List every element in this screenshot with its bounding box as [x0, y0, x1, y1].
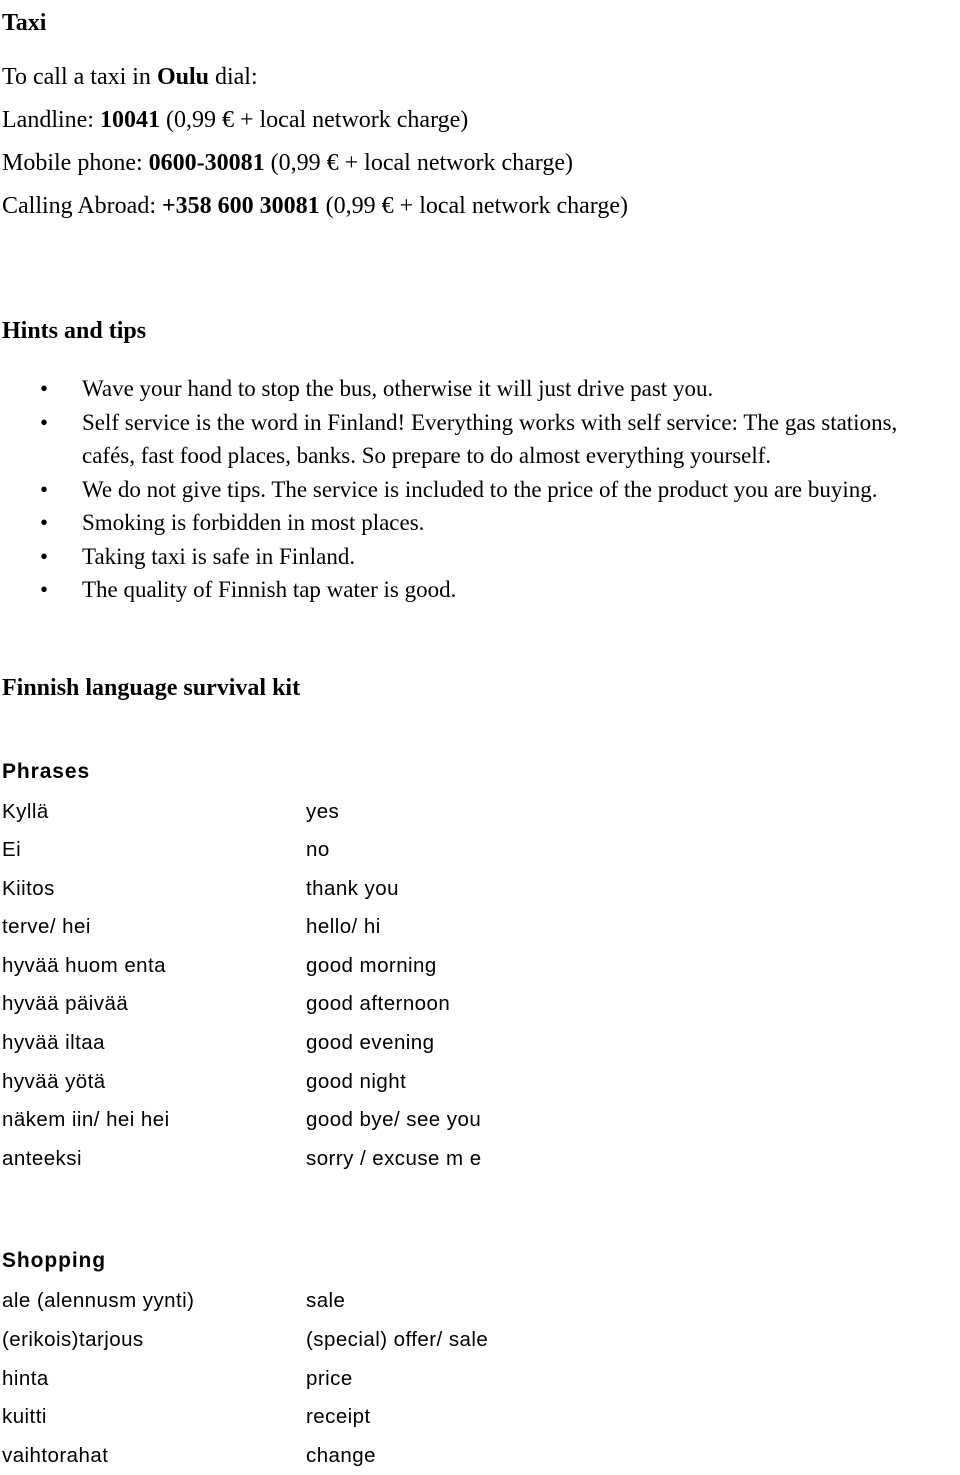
taxi-line-3-pre: Calling Abroad: — [2, 193, 162, 219]
survival-kit-section: Finnish language survival kit Phrases Ky… — [0, 673, 960, 1475]
shopping-english: change — [303, 1437, 700, 1475]
list-item: • Taking taxi is safe in Finland. — [0, 540, 960, 574]
taxi-line-2: Mobile phone: 0600-30081 (0,99 € + local… — [0, 142, 960, 185]
bullet-icon: • — [40, 372, 50, 406]
taxi-line-2-bold: 0600-30081 — [149, 150, 265, 176]
phrase-finnish: Ei — [0, 831, 303, 870]
list-item-text: Taking taxi is safe in Finland. — [82, 544, 355, 569]
phrase-english: good morning — [303, 947, 700, 986]
taxi-line-1-bold: 10041 — [100, 107, 160, 133]
table-row: ale (alennusm yynti) sale — [0, 1282, 700, 1321]
table-row: (erikois)tarjous (special) offer/ sale — [0, 1321, 700, 1360]
phrase-english: hello/ hi — [303, 908, 700, 947]
phrase-english: thank you — [303, 870, 700, 909]
table-row: vaihtorahat change — [0, 1437, 700, 1475]
taxi-line-1: Landline: 10041 (0,99 € + local network … — [0, 99, 960, 142]
table-row: hyvää iltaa good evening — [0, 1024, 700, 1063]
taxi-line-2-pre: Mobile phone: — [2, 150, 149, 176]
hints-section: Hints and tips • Wave your hand to stop … — [0, 316, 960, 607]
taxi-line-3-bold: +358 600 30081 — [162, 193, 320, 219]
phrase-finnish: anteeksi — [0, 1140, 303, 1179]
taxi-line-0-post: dial: — [209, 64, 258, 90]
phrase-finnish: hyvää yötä — [0, 1063, 303, 1102]
taxi-line-3-post: (0,99 € + local network charge) — [320, 193, 628, 219]
phrase-english: yes — [303, 793, 700, 832]
table-row: hyvää yötä good night — [0, 1063, 700, 1102]
phrase-english: good bye/ see you — [303, 1101, 700, 1140]
list-item: • We do not give tips. The service is in… — [0, 473, 960, 507]
document-page: Taxi To call a taxi in Oulu dial: Landli… — [0, 0, 960, 1386]
phrase-english: good evening — [303, 1024, 700, 1063]
bullet-icon: • — [40, 506, 50, 540]
list-item-text: Smoking is forbidden in most places. — [82, 510, 424, 535]
bullet-icon: • — [40, 406, 50, 440]
phrase-finnish: hyvää huom enta — [0, 947, 303, 986]
list-item-text: Wave your hand to stop the bus, otherwis… — [82, 376, 713, 401]
shopping-finnish: (erikois)tarjous — [0, 1321, 303, 1360]
shopping-finnish: kuitti — [0, 1398, 303, 1437]
phrase-finnish: Kiitos — [0, 870, 303, 909]
shopping-english: receipt — [303, 1398, 700, 1437]
shopping-finnish: ale (alennusm yynti) — [0, 1282, 303, 1321]
phrase-english: no — [303, 831, 700, 870]
shopping-english: sale — [303, 1282, 700, 1321]
table-row: Kiitos thank you — [0, 870, 700, 909]
table-row: hyvää päivää good afternoon — [0, 985, 700, 1024]
shopping-finnish: hinta — [0, 1360, 303, 1399]
table-row: hyvää huom enta good morning — [0, 947, 700, 986]
taxi-line-0: To call a taxi in Oulu dial: — [0, 56, 960, 99]
list-item: • Smoking is forbidden in most places. — [0, 506, 960, 540]
bullet-icon: • — [40, 540, 50, 574]
phrase-finnish: näkem iin/ hei hei — [0, 1101, 303, 1140]
hints-list: • Wave your hand to stop the bus, otherw… — [0, 372, 960, 607]
bullet-icon: • — [40, 473, 50, 507]
list-item: • Wave your hand to stop the bus, otherw… — [0, 372, 960, 406]
taxi-line-2-post: (0,99 € + local network charge) — [265, 150, 573, 176]
bullet-icon: • — [40, 573, 50, 607]
phrases-table: Kyllä yes Ei no Kiitos thank you terve/ … — [0, 793, 700, 1179]
phrase-english: sorry / excuse m e — [303, 1140, 700, 1179]
taxi-line-0-pre: To call a taxi in — [2, 64, 157, 90]
list-item-text: We do not give tips. The service is incl… — [82, 477, 878, 502]
taxi-heading: Taxi — [0, 8, 960, 38]
table-row: kuitti receipt — [0, 1398, 700, 1437]
shopping-english: (special) offer/ sale — [303, 1321, 700, 1360]
list-item-text: The quality of Finnish tap water is good… — [82, 577, 456, 602]
taxi-line-0-bold: Oulu — [157, 64, 209, 90]
phrase-english: good night — [303, 1063, 700, 1102]
phrase-finnish: hyvää iltaa — [0, 1024, 303, 1063]
taxi-line-1-pre: Landline: — [2, 107, 100, 133]
phrase-finnish: terve/ hei — [0, 908, 303, 947]
shopping-heading: Shopping — [0, 1248, 960, 1274]
shopping-table: ale (alennusm yynti) sale (erikois)tarjo… — [0, 1282, 700, 1475]
list-item: • Self service is the word in Finland! E… — [0, 406, 960, 473]
taxi-line-3: Calling Abroad: +358 600 30081 (0,99 € +… — [0, 185, 960, 228]
list-item-text: Self service is the word in Finland! Eve… — [82, 410, 897, 469]
table-row: Kyllä yes — [0, 793, 700, 832]
table-row: hinta price — [0, 1360, 700, 1399]
phrases-heading: Phrases — [0, 759, 960, 785]
phrase-finnish: Kyllä — [0, 793, 303, 832]
table-row: anteeksi sorry / excuse m e — [0, 1140, 700, 1179]
taxi-section: Taxi To call a taxi in Oulu dial: Landli… — [0, 0, 960, 228]
taxi-line-1-post: (0,99 € + local network charge) — [160, 107, 468, 133]
shopping-english: price — [303, 1360, 700, 1399]
table-row: Ei no — [0, 831, 700, 870]
table-row: näkem iin/ hei hei good bye/ see you — [0, 1101, 700, 1140]
phrase-english: good afternoon — [303, 985, 700, 1024]
shopping-finnish: vaihtorahat — [0, 1437, 303, 1475]
hints-heading: Hints and tips — [0, 316, 960, 346]
table-row: terve/ hei hello/ hi — [0, 908, 700, 947]
survival-kit-heading: Finnish language survival kit — [0, 673, 960, 703]
phrase-finnish: hyvää päivää — [0, 985, 303, 1024]
list-item: • The quality of Finnish tap water is go… — [0, 573, 960, 607]
